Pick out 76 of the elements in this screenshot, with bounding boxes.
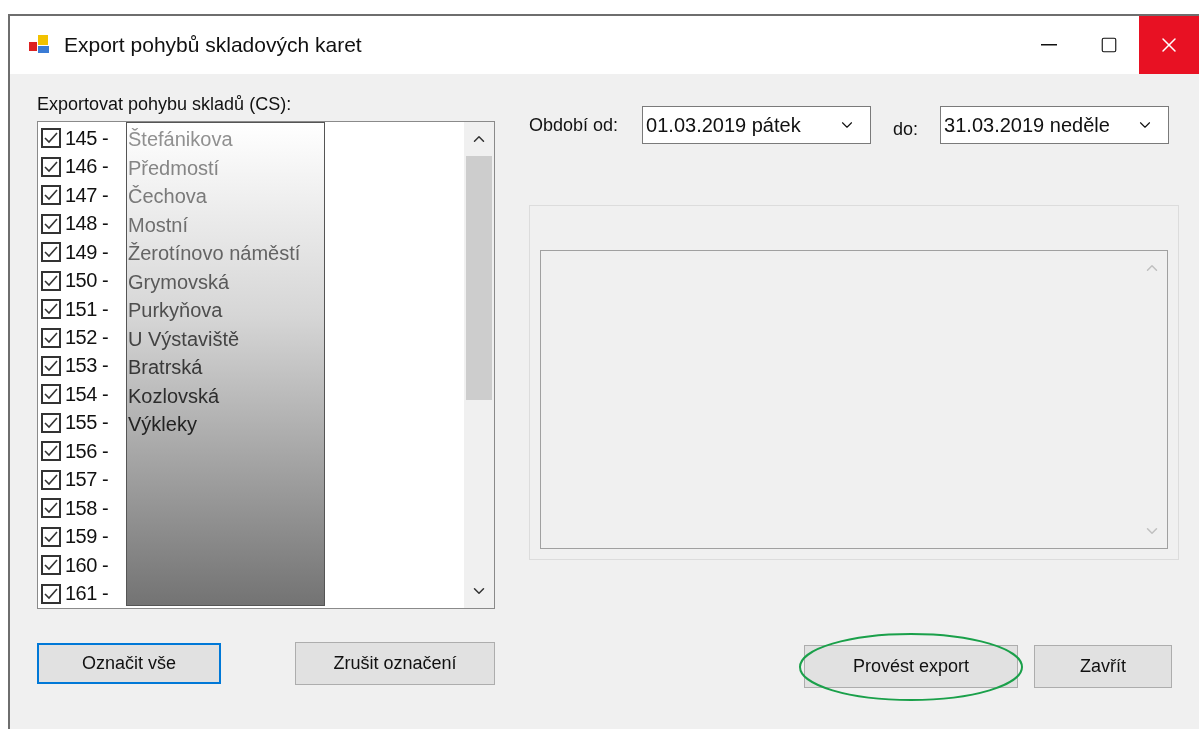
store-number: 157 - <box>65 468 110 492</box>
checkmark-icon <box>44 445 58 458</box>
date-from-dropdown[interactable]: 01.03.2019 pátek <box>642 106 872 144</box>
checkmark-icon <box>44 416 58 429</box>
period-from-label: Období od: <box>529 114 619 136</box>
checkmark-icon <box>44 132 58 145</box>
store-name: Bratrská <box>127 355 204 380</box>
checkbox[interactable] <box>41 128 61 149</box>
maximize-icon <box>1100 36 1118 54</box>
checkbox[interactable] <box>41 270 61 291</box>
store-number: 151 - <box>65 297 110 321</box>
minimize-icon <box>1041 44 1057 46</box>
store-number: 153 - <box>65 354 110 378</box>
checkmark-icon <box>44 473 58 486</box>
checkbox[interactable] <box>41 412 61 433</box>
store-name: Purkyňova <box>127 298 224 323</box>
checkmark-icon <box>44 587 58 600</box>
store-number: 161 - <box>65 582 110 606</box>
store-number: 160 - <box>65 553 110 577</box>
store-name: Žerotínovo náměstí <box>127 241 302 266</box>
store-number: 152 - <box>65 326 110 349</box>
store-number: 150 - <box>65 269 110 293</box>
store-number: 147 - <box>65 183 110 207</box>
store-name: U Výstaviště <box>127 326 241 352</box>
checkmark-icon <box>44 189 58 202</box>
checkbox[interactable] <box>41 441 61 462</box>
store-number: 158 - <box>65 496 110 520</box>
date-to-dropdown[interactable]: 31.03.2019 neděle <box>940 106 1170 144</box>
checkbox[interactable] <box>41 469 61 490</box>
checkmark-icon <box>44 388 58 401</box>
store-number: 148 - <box>65 212 110 236</box>
deselect-button[interactable]: Zrušit označení <box>295 642 495 685</box>
store-number: 154 - <box>65 382 110 406</box>
scroll-thumb[interactable] <box>466 156 492 400</box>
store-number: 145 - <box>65 126 110 150</box>
store-number: 156 - <box>65 439 110 463</box>
checkbox[interactable] <box>41 156 61 177</box>
store-name: Předmostí <box>127 155 221 181</box>
select-all-button[interactable]: Označit vše <box>37 643 221 684</box>
checkmark-icon <box>44 217 58 230</box>
checkmark-icon <box>44 303 58 316</box>
checkbox[interactable] <box>41 555 61 576</box>
window-title: Export pohybů skladových karet <box>64 33 363 57</box>
store-name: Kozlovská <box>127 383 221 409</box>
store-number: 149 - <box>65 240 110 264</box>
checkbox[interactable] <box>41 498 61 519</box>
export-button[interactable]: Provést export <box>804 645 1018 688</box>
period-to-label: do: <box>893 118 919 140</box>
scrollbar[interactable] <box>464 122 494 608</box>
checkmark-icon <box>44 530 58 543</box>
store-number: 159 - <box>65 525 110 549</box>
store-name: Štefánikova <box>127 127 234 152</box>
checkmark-icon <box>44 274 58 287</box>
checkmark-icon <box>44 360 58 372</box>
checkbox[interactable] <box>41 526 61 547</box>
store-name: Čechova <box>127 184 208 209</box>
checkmark-icon <box>44 331 58 344</box>
store-number: 155 - <box>65 411 110 435</box>
list-label: Exportovat pohybu skladů (CS): <box>37 94 293 115</box>
checkmark-icon <box>44 160 58 173</box>
checkbox[interactable] <box>41 327 61 348</box>
store-name: Mostní <box>127 212 190 238</box>
store-name: Výkleky <box>127 412 198 437</box>
checkbox[interactable] <box>41 583 61 604</box>
checkbox[interactable] <box>41 356 61 376</box>
checkbox[interactable] <box>41 185 61 206</box>
checkmark-icon <box>44 502 58 515</box>
close-dialog-button[interactable]: Zavřít <box>1034 645 1172 688</box>
checkmark-icon <box>44 559 58 572</box>
checkbox[interactable] <box>41 384 61 405</box>
store-name: Grymovská <box>127 269 231 295</box>
checkmark-icon <box>44 246 58 259</box>
checkbox[interactable] <box>41 213 61 234</box>
store-number: 146 - <box>65 155 110 179</box>
checkbox[interactable] <box>41 242 61 263</box>
checkbox[interactable] <box>41 299 61 320</box>
